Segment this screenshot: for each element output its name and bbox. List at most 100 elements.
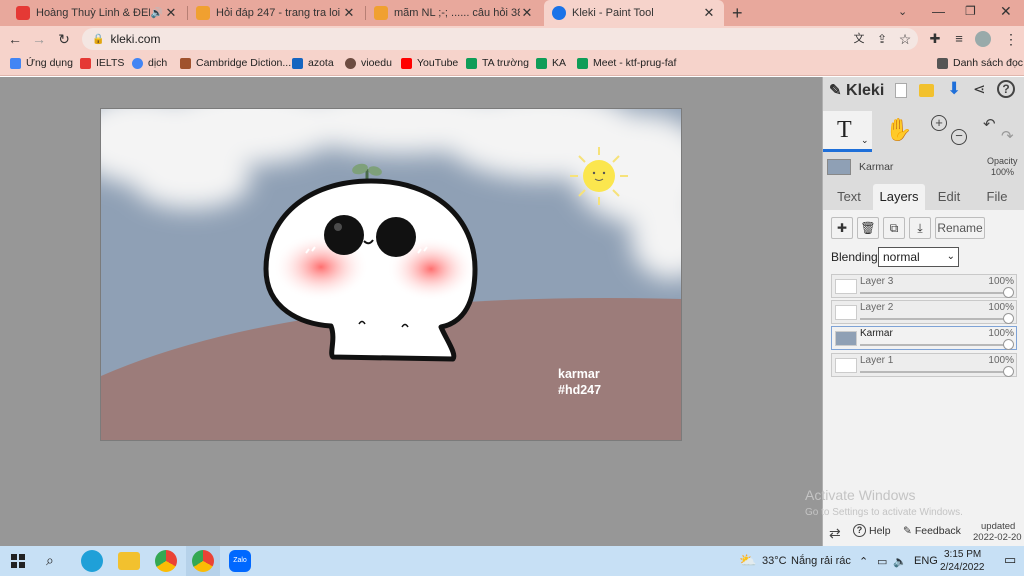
- weather-text[interactable]: Nắng rải rác: [791, 555, 851, 567]
- blending-select[interactable]: normal ⌄: [878, 247, 959, 267]
- volume-icon[interactable]: 🔈: [893, 555, 907, 568]
- window-close-icon[interactable]: ✕: [1000, 3, 1012, 20]
- chrome-icon[interactable]: [155, 550, 177, 572]
- text-tool-button[interactable]: T ⌄: [823, 111, 872, 152]
- share-icon[interactable]: ⇪: [873, 30, 891, 48]
- tab-file[interactable]: File: [977, 184, 1017, 210]
- clock-time[interactable]: 3:15 PM: [944, 549, 981, 560]
- profile-avatar[interactable]: [975, 31, 991, 47]
- feedback-button[interactable]: ✎ Feedback: [903, 525, 961, 537]
- zalo-icon[interactable]: Zalo: [229, 550, 251, 572]
- close-icon[interactable]: ✕: [702, 5, 716, 21]
- rename-layer-button[interactable]: Rename: [935, 217, 985, 239]
- slider-handle[interactable]: [1003, 339, 1014, 350]
- clock-date[interactable]: 2/24/2022: [940, 562, 985, 573]
- tab-title: Hỏi đáp 247 - trang tra loi: [216, 7, 341, 19]
- chevron-up-icon[interactable]: ⌃: [859, 555, 868, 568]
- tab-hoidap[interactable]: Hỏi đáp 247 - trang tra loi ✕: [188, 0, 364, 26]
- new-tab-icon[interactable]: +: [732, 3, 743, 24]
- bookmark-meet[interactable]: Meet - ktf-prug-faf: [577, 57, 676, 69]
- tab-text[interactable]: Text: [829, 184, 869, 210]
- bookmarks-bar: Ứng dụng IELTS dịch Cambridge Diction...…: [0, 52, 1024, 76]
- close-icon[interactable]: ✕: [520, 5, 534, 21]
- bookmark-apps[interactable]: Ứng dụng: [10, 57, 73, 69]
- blending-value: normal: [883, 250, 920, 264]
- new-image-icon[interactable]: [895, 83, 907, 98]
- redo-icon[interactable]: ↷: [1001, 127, 1014, 145]
- delete-layer-button[interactable]: 🗑: [857, 217, 879, 239]
- drawing-workspace[interactable]: karmar #hd247: [0, 77, 822, 546]
- tab-layers[interactable]: Layers: [873, 184, 925, 210]
- help-button[interactable]: ? Help: [853, 524, 891, 537]
- media-queue-icon[interactable]: ≡: [950, 30, 968, 48]
- bookmark-cambridge[interactable]: Cambridge Diction...: [180, 57, 291, 69]
- meet-icon: [577, 57, 588, 69]
- translate-icon[interactable]: 文: [850, 30, 868, 48]
- drawing-canvas[interactable]: karmar #hd247: [100, 108, 682, 441]
- tab-edit[interactable]: Edit: [929, 184, 969, 210]
- menu-icon[interactable]: ⋮: [1002, 30, 1020, 48]
- layer-row[interactable]: Layer 1 100%: [831, 353, 1017, 377]
- bookmark-ta-truong[interactable]: TA trường: [466, 57, 529, 69]
- edge-icon[interactable]: [81, 550, 103, 572]
- back-icon[interactable]: ←: [6, 30, 24, 48]
- layer-opacity-slider[interactable]: [860, 318, 1008, 320]
- slider-handle[interactable]: [1003, 287, 1014, 298]
- close-icon[interactable]: ✕: [164, 5, 178, 21]
- file-explorer-icon[interactable]: [118, 552, 140, 570]
- bookmark-vioedu[interactable]: vioedu: [345, 57, 392, 69]
- close-icon[interactable]: ✕: [342, 5, 356, 21]
- reading-list[interactable]: Danh sách đọc: [937, 57, 1023, 69]
- layer-opacity-slider[interactable]: [860, 292, 1008, 294]
- duplicate-layer-button[interactable]: ⧉: [883, 217, 905, 239]
- open-folder-icon[interactable]: [919, 84, 934, 97]
- bookmark-dich[interactable]: dịch: [132, 57, 167, 69]
- layer-row-selected[interactable]: Karmar 100%: [831, 326, 1017, 350]
- updated-date: 2022-02-20: [973, 532, 1022, 543]
- weather-icon[interactable]: ⛅: [739, 552, 756, 569]
- bookmark-ka[interactable]: KA: [536, 57, 566, 69]
- kleki-logo[interactable]: ✎ Kleki: [829, 81, 884, 100]
- bookmark-youtube[interactable]: YouTube: [401, 57, 458, 69]
- merge-layer-button[interactable]: ⤓: [909, 217, 931, 239]
- layer-opacity-slider[interactable]: [860, 344, 1008, 346]
- layer-row[interactable]: Layer 2 100%: [831, 300, 1017, 324]
- layer-opacity-slider[interactable]: [860, 371, 1008, 373]
- search-icon[interactable]: ⌕: [46, 552, 54, 569]
- chevron-down-icon[interactable]: ⌄: [898, 5, 907, 18]
- slider-handle[interactable]: [1003, 313, 1014, 324]
- notifications-icon[interactable]: ▭: [1004, 552, 1016, 568]
- download-icon[interactable]: ⬇: [947, 79, 961, 99]
- tab-question[interactable]: mãm NL ;-; ...... câu hỏi 3890263 ✕: [366, 0, 542, 26]
- zoom-in-icon[interactable]: +: [931, 115, 947, 131]
- help-circle-icon[interactable]: ?: [997, 80, 1015, 98]
- address-bar[interactable]: 🔒 kleki.com: [82, 28, 918, 50]
- bookmark-azota[interactable]: azota: [292, 57, 334, 69]
- swap-icon[interactable]: ⇄: [829, 525, 841, 542]
- tab-kleki[interactable]: Kleki - Paint Tool ✕: [544, 0, 724, 26]
- layer-row[interactable]: Layer 3 100%: [831, 274, 1017, 298]
- language-indicator[interactable]: ENG: [914, 555, 938, 567]
- tab-youtube[interactable]: Hoàng Thuỳ Linh & ĐEN - G 🔊 ✕: [8, 0, 186, 26]
- trash-icon: 🗑: [860, 221, 876, 235]
- extensions-icon[interactable]: ✚: [926, 30, 944, 48]
- opacity-label: Opacity: [987, 156, 1018, 166]
- taskbar-active-app[interactable]: [186, 546, 220, 576]
- reload-icon[interactable]: ↻: [55, 30, 73, 48]
- forward-icon[interactable]: →: [30, 30, 48, 48]
- windows-start-icon[interactable]: [11, 554, 25, 568]
- bookmark-star-icon[interactable]: ☆: [896, 30, 914, 48]
- minimize-icon[interactable]: —: [932, 4, 945, 19]
- undo-icon[interactable]: ↶: [983, 115, 996, 133]
- maximize-icon[interactable]: ❐: [965, 4, 976, 18]
- hand-tool-icon[interactable]: ✋: [885, 117, 912, 143]
- pencil-icon: ✎: [903, 525, 912, 537]
- add-layer-button[interactable]: ✚: [831, 217, 853, 239]
- bookmark-ielts[interactable]: IELTS: [80, 57, 124, 69]
- speaker-icon[interactable]: 🔊: [150, 8, 164, 19]
- share-icon[interactable]: ⋖: [973, 80, 986, 98]
- zoom-out-icon[interactable]: −: [951, 129, 967, 145]
- weather-temp[interactable]: 33°C: [762, 555, 787, 567]
- network-icon[interactable]: ▭: [877, 555, 887, 568]
- slider-handle[interactable]: [1003, 366, 1014, 377]
